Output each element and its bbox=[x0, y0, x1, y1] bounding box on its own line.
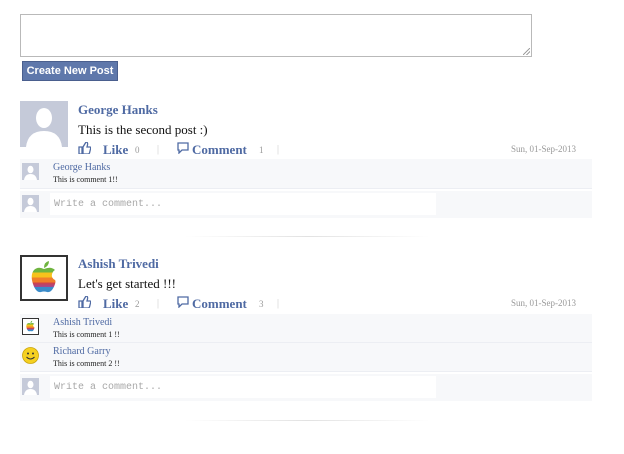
post-divider bbox=[185, 420, 430, 421]
comment-author[interactable]: Ashish Trivedi bbox=[53, 317, 112, 328]
create-new-post-button[interactable]: Create New Post bbox=[22, 61, 118, 81]
comment-author[interactable]: Richard Garry bbox=[53, 346, 110, 357]
post-actions: Like 2 | Comment 3 | Sun, 01-Sep-2013 bbox=[78, 295, 592, 313]
apple-logo-icon[interactable] bbox=[20, 255, 68, 301]
post-author[interactable]: Ashish Trivedi bbox=[78, 256, 159, 272]
comment-text: This is comment 2 !! bbox=[53, 359, 120, 368]
separator: | bbox=[157, 144, 160, 155]
like-button[interactable]: Like bbox=[103, 296, 128, 312]
comment-item: Ashish Trivedi This is comment 1 !! bbox=[20, 314, 592, 343]
comment-item: George Hanks This is comment 1!! bbox=[20, 159, 592, 189]
comment-author[interactable]: George Hanks bbox=[53, 162, 110, 173]
separator: | bbox=[277, 298, 280, 309]
comment-item: Richard Garry This is comment 2 !! bbox=[20, 343, 592, 372]
post-text: This is the second post :) bbox=[78, 122, 208, 137]
default-user-icon[interactable] bbox=[22, 163, 39, 180]
resize-grip-icon[interactable] bbox=[523, 48, 530, 55]
thumbs-up-icon[interactable] bbox=[78, 141, 92, 158]
write-comment-input[interactable] bbox=[50, 193, 436, 215]
comment-text: This is comment 1 !! bbox=[53, 330, 120, 339]
comment-text: This is comment 1!! bbox=[53, 175, 118, 184]
thumbs-up-icon[interactable] bbox=[78, 295, 92, 312]
post-date: Sun, 01-Sep-2013 bbox=[511, 298, 576, 308]
separator: | bbox=[157, 298, 160, 309]
separator: | bbox=[277, 144, 280, 155]
like-button[interactable]: Like bbox=[103, 142, 128, 158]
default-user-icon bbox=[22, 195, 39, 212]
comment-icon[interactable] bbox=[177, 296, 189, 312]
default-user-icon bbox=[22, 378, 39, 395]
post-divider bbox=[185, 236, 430, 237]
comment-count: 3 bbox=[259, 299, 264, 309]
comment-button[interactable]: Comment bbox=[192, 296, 247, 312]
default-user-icon[interactable] bbox=[20, 101, 68, 147]
post-author[interactable]: George Hanks bbox=[78, 102, 158, 118]
new-post-textarea[interactable] bbox=[20, 14, 532, 57]
post-text: Let's get started !!! bbox=[78, 276, 176, 291]
apple-logo-icon[interactable] bbox=[22, 318, 39, 335]
write-comment-row bbox=[20, 374, 592, 401]
comment-icon[interactable] bbox=[177, 142, 189, 158]
comment-count: 1 bbox=[259, 145, 264, 155]
write-comment-input[interactable] bbox=[50, 376, 436, 398]
like-count: 2 bbox=[135, 299, 140, 309]
write-comment-row bbox=[20, 191, 592, 218]
like-count: 0 bbox=[135, 145, 140, 155]
post-date: Sun, 01-Sep-2013 bbox=[511, 144, 576, 154]
comment-button[interactable]: Comment bbox=[192, 142, 247, 158]
smiley-icon[interactable] bbox=[22, 347, 39, 364]
post-actions: Like 0 | Comment 1 | Sun, 01-Sep-2013 bbox=[78, 141, 592, 159]
